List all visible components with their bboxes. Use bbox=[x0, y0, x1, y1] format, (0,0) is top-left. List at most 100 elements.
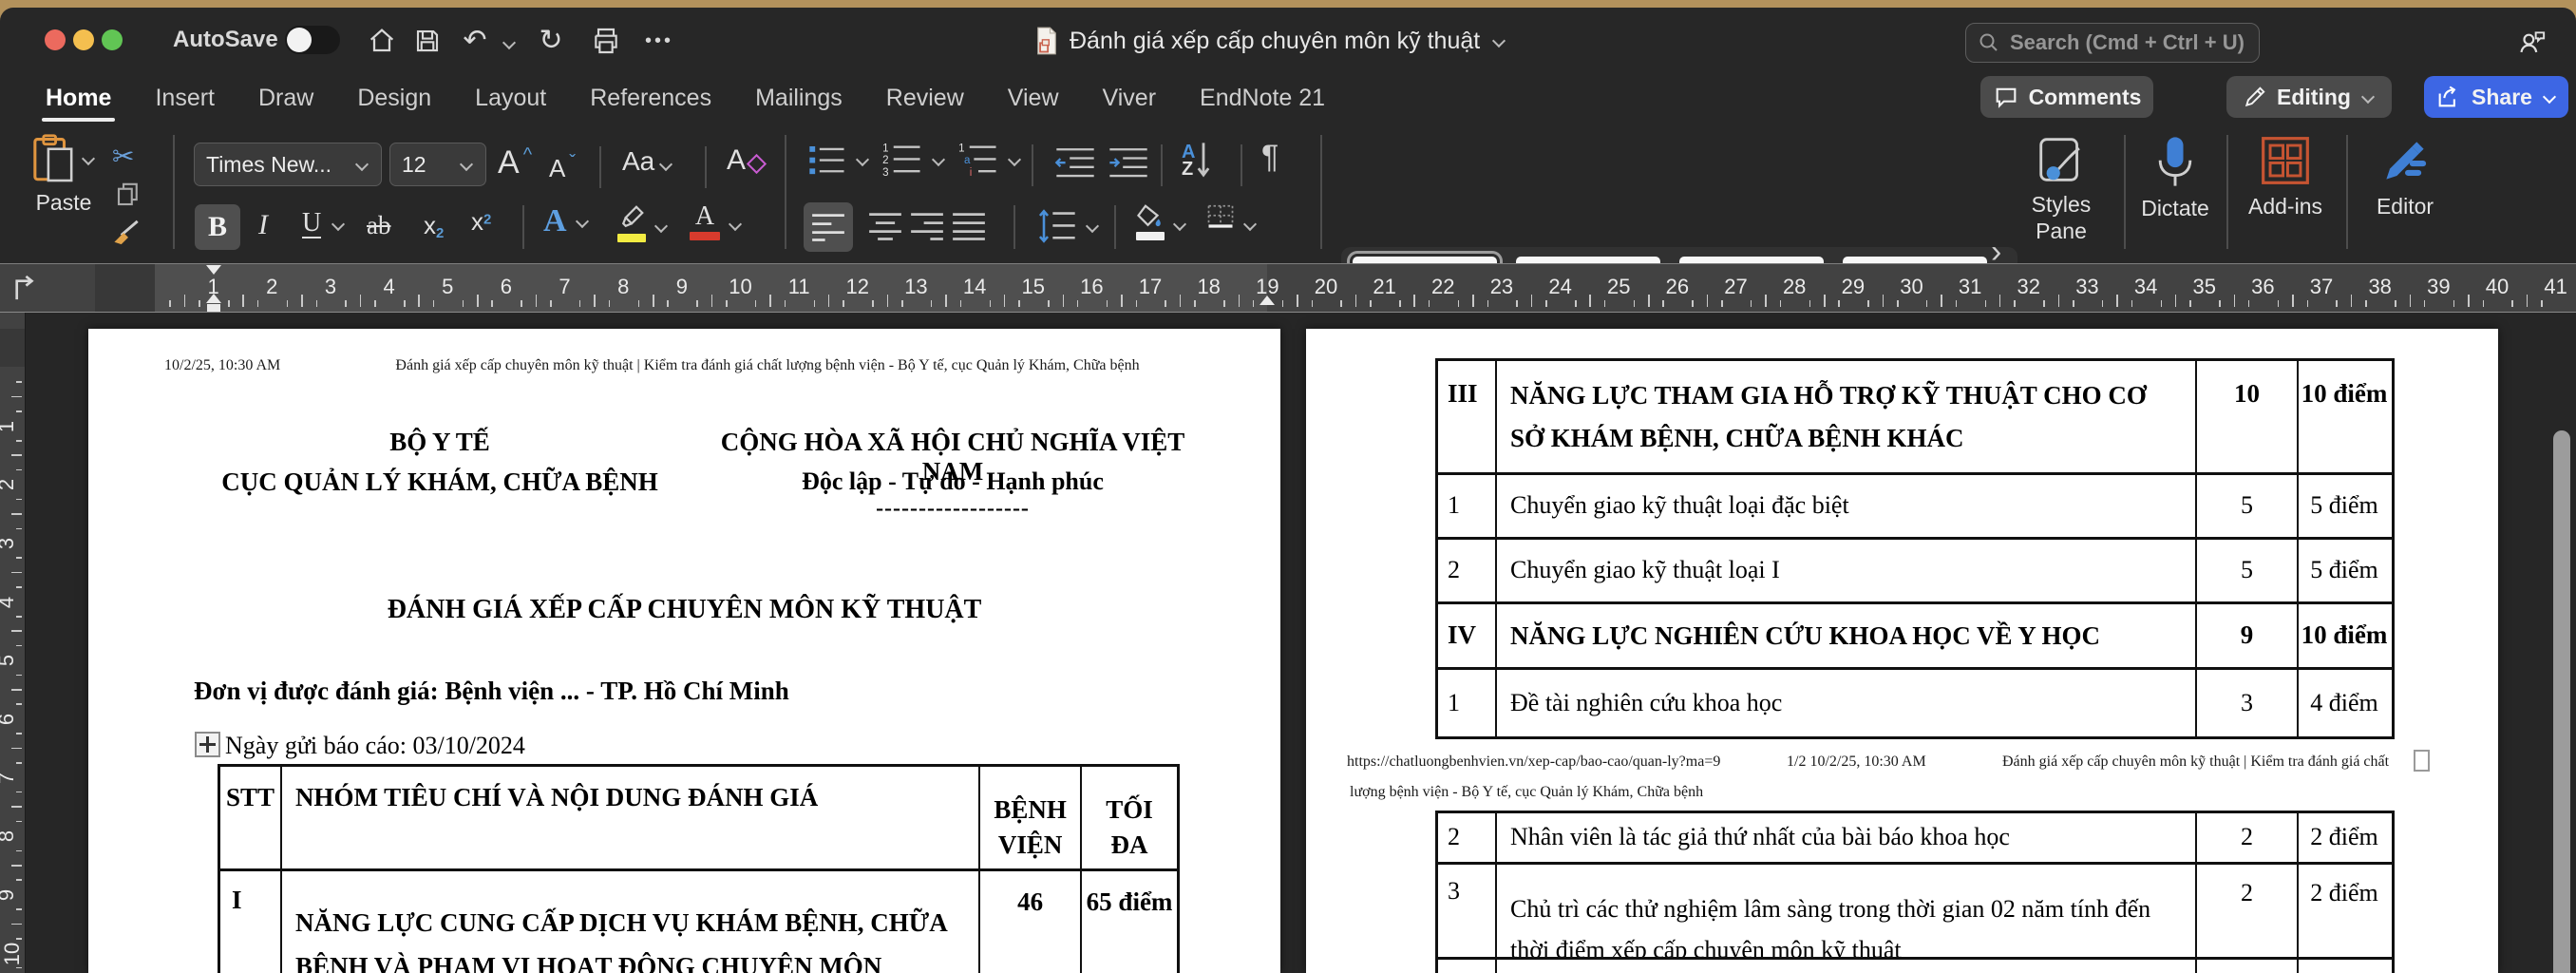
paste-button[interactable]: Paste bbox=[21, 133, 106, 216]
grow-font-button[interactable]: A^ bbox=[498, 144, 532, 181]
shading-button[interactable] bbox=[1136, 203, 1187, 240]
editor-button[interactable]: Editor bbox=[2356, 135, 2454, 219]
multilevel-chevron-icon bbox=[1007, 153, 1022, 166]
superscript-button[interactable]: x2 bbox=[471, 207, 491, 237]
search-icon bbox=[1978, 31, 2000, 54]
more-commands-icon[interactable]: ••• bbox=[642, 24, 676, 58]
subscript-button[interactable]: x2 bbox=[424, 211, 444, 241]
tab-design[interactable]: Design bbox=[357, 85, 431, 112]
align-center-button[interactable] bbox=[868, 212, 902, 240]
tab-review[interactable]: Review bbox=[886, 85, 964, 112]
vruler-tick bbox=[16, 908, 22, 910]
page-2[interactable]: IIINĂNG LỰC THAM GIA HỖ TRỢ KỸ THUẬT CHO… bbox=[1306, 329, 2498, 973]
footer-url: https://chatluongbenhvien.vn/xep-cap/bao… bbox=[1347, 754, 1720, 771]
copy-icon[interactable] bbox=[114, 181, 142, 209]
borders-button[interactable] bbox=[1206, 203, 1258, 240]
highlight-color-button[interactable] bbox=[617, 203, 669, 242]
line-spacing-button[interactable] bbox=[1037, 207, 1100, 245]
align-right-button[interactable] bbox=[910, 212, 944, 240]
bold-button[interactable]: B bbox=[195, 204, 240, 250]
font-size-select[interactable]: 12 bbox=[389, 143, 486, 186]
tab-selector-icon[interactable] bbox=[8, 272, 40, 304]
sort-button[interactable]: A Z bbox=[1182, 141, 1212, 181]
tab-viver[interactable]: Viver bbox=[1103, 85, 1157, 112]
ruler-tick bbox=[404, 300, 406, 307]
home-quick-icon[interactable] bbox=[365, 24, 399, 58]
page-1[interactable]: 10/2/25, 10:30 AM Đánh giá xếp cấp chuyê… bbox=[88, 329, 1280, 973]
criteria-table-page1[interactable]: STTNHÓM TIÊU CHÍ VÀ NỘI DUNG ĐÁNH GIÁBỆN… bbox=[218, 764, 1180, 973]
shrink-font-button[interactable]: Aˇ bbox=[549, 152, 576, 183]
addins-button[interactable]: Add-ins bbox=[2234, 135, 2337, 219]
align-left-button[interactable] bbox=[804, 202, 853, 252]
save-icon[interactable] bbox=[410, 24, 445, 58]
font-color-button[interactable]: A bbox=[690, 203, 743, 240]
ruler-tick bbox=[2058, 295, 2060, 307]
tab-home[interactable]: Home bbox=[46, 85, 111, 112]
change-case-button[interactable]: Aa bbox=[622, 146, 673, 177]
increase-indent-button[interactable] bbox=[1108, 144, 1149, 179]
styles-pane-button[interactable]: Styles Pane bbox=[2006, 135, 2116, 244]
tab-insert[interactable]: Insert bbox=[155, 85, 215, 112]
ruler-tick bbox=[2116, 295, 2118, 307]
format-painter-icon[interactable] bbox=[112, 217, 144, 249]
table-move-handle[interactable] bbox=[195, 732, 220, 757]
print-icon[interactable] bbox=[589, 24, 623, 58]
hanging-indent-marker[interactable] bbox=[206, 294, 221, 303]
justify-button[interactable] bbox=[952, 212, 986, 240]
document-title-area[interactable]: Đánh giá xếp cấp chuyên môn kỹ thuật bbox=[1035, 25, 1506, 57]
criteria-table-page2-top[interactable]: IIINĂNG LỰC THAM GIA HỖ TRỢ KỸ THUẬT CHO… bbox=[1435, 358, 2395, 739]
decrease-indent-button[interactable] bbox=[1054, 144, 1096, 179]
ruler-tick bbox=[2541, 300, 2543, 307]
italic-button[interactable]: I bbox=[258, 209, 268, 241]
redo-icon[interactable]: ↻ bbox=[534, 24, 568, 58]
close-window-button[interactable] bbox=[45, 29, 66, 50]
underline-button[interactable]: U bbox=[302, 209, 346, 238]
title-menu-chevron-icon[interactable] bbox=[1491, 34, 1506, 48]
first-line-indent-marker[interactable] bbox=[206, 265, 221, 275]
dictate-button[interactable]: Dictate bbox=[2131, 135, 2219, 221]
tab-references[interactable]: References bbox=[590, 85, 711, 112]
multilevel-list-button[interactable]: 1ai bbox=[957, 141, 1022, 179]
criteria-table-page2-bottom[interactable]: 2Nhân viên là tác giả thứ nhất của bài b… bbox=[1435, 811, 2395, 973]
left-indent-marker[interactable] bbox=[207, 304, 220, 312]
document-canvas[interactable]: 10/2/25, 10:30 AM Đánh giá xếp cấp chuyê… bbox=[26, 313, 2576, 973]
editing-mode-button[interactable]: Editing bbox=[2226, 76, 2392, 118]
contacts-presence-icon[interactable] bbox=[2515, 25, 2549, 59]
tab-endnote-21[interactable]: EndNote 21 bbox=[1200, 85, 1325, 112]
tab-mailings[interactable]: Mailings bbox=[755, 85, 843, 112]
tab-draw[interactable]: Draw bbox=[258, 85, 313, 112]
table-cell bbox=[2197, 960, 2299, 973]
show-paragraph-marks-button[interactable]: ¶ bbox=[1261, 139, 1279, 176]
strikethrough-button[interactable]: ab bbox=[367, 211, 390, 240]
small-divider bbox=[1032, 144, 1033, 186]
ruler-tick bbox=[1458, 300, 1460, 307]
text-effects-button[interactable]: A bbox=[543, 203, 590, 239]
numbering-button[interactable]: 123 bbox=[881, 141, 946, 179]
vruler-tick bbox=[16, 440, 22, 442]
right-indent-marker[interactable] bbox=[1260, 296, 1275, 305]
share-button[interactable]: Share bbox=[2424, 76, 2568, 118]
vertical-ruler[interactable]: 12345678910 bbox=[0, 313, 26, 973]
tab-layout[interactable]: Layout bbox=[475, 85, 546, 112]
search-input[interactable]: Search (Cmd + Ctrl + U) bbox=[1965, 23, 2260, 63]
vertical-scrollbar[interactable] bbox=[2553, 430, 2570, 973]
font-name-select[interactable]: Times New... bbox=[194, 143, 382, 186]
ruler-number: 23 bbox=[1490, 275, 1513, 299]
minimize-window-button[interactable] bbox=[73, 29, 94, 50]
tab-view[interactable]: View bbox=[1008, 85, 1059, 112]
vruler-tick bbox=[16, 469, 22, 471]
comments-button[interactable]: Comments bbox=[1980, 76, 2153, 118]
vruler-tick bbox=[11, 572, 22, 574]
horizontal-ruler[interactable]: 1234567891011121314151617181920212223242… bbox=[0, 263, 2576, 313]
undo-icon[interactable]: ↶ bbox=[458, 24, 492, 58]
table-cell: 1 bbox=[1438, 670, 1497, 736]
undo-menu-chevron-icon[interactable] bbox=[502, 36, 517, 49]
ruler-tick bbox=[1721, 300, 1723, 307]
ruler-tick bbox=[2248, 300, 2250, 307]
cut-icon[interactable]: ✂ bbox=[112, 141, 134, 172]
zoom-window-button[interactable] bbox=[102, 29, 123, 50]
ruler-tick bbox=[2043, 300, 2045, 307]
autosave-toggle[interactable] bbox=[285, 26, 340, 54]
clear-formatting-button[interactable]: A bbox=[727, 144, 764, 177]
bullets-button[interactable] bbox=[807, 143, 870, 177]
